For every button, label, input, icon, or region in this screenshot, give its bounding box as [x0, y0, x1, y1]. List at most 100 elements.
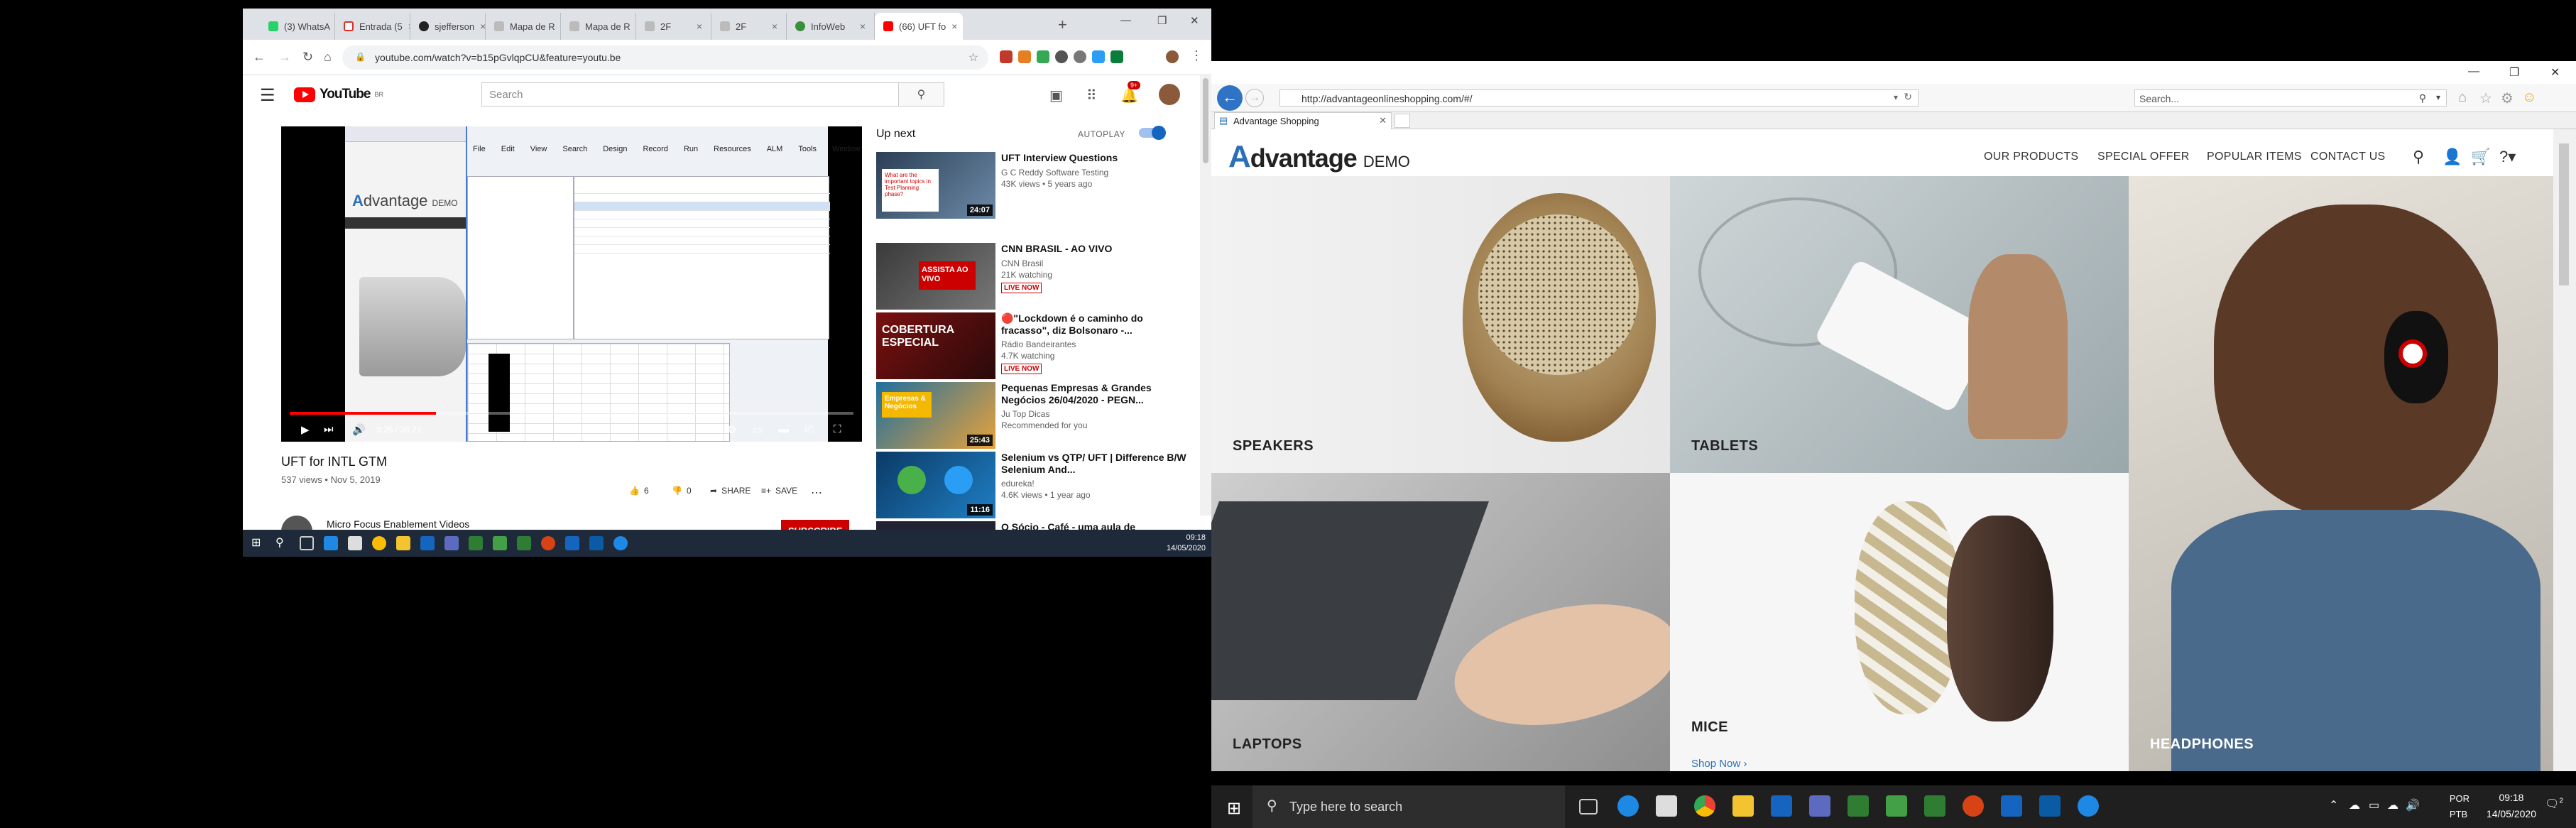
folder-icon[interactable] — [396, 536, 410, 550]
recommendation-item[interactable]: COBERTURA ESPECIAL 🔴"Lockdown é o caminho… — [876, 312, 1203, 381]
theater-mode-icon[interactable]: ▬ — [778, 423, 789, 435]
category-headphones[interactable]: HEADPHONES — [2129, 176, 2553, 771]
maximize-icon[interactable]: ❐ — [2509, 65, 2519, 80]
user-icon[interactable]: 👤 — [2443, 148, 2462, 166]
clock[interactable]: 09:18 14/05/2020 — [1167, 533, 1206, 554]
cast-icon[interactable]: ⎚ — [805, 423, 814, 435]
chrome-icon[interactable] — [1694, 795, 1715, 817]
minimize-icon[interactable]: — — [1120, 14, 1131, 26]
nav-contact-us[interactable]: CONTACT US — [2310, 151, 2386, 163]
powerpoint-icon[interactable] — [541, 536, 555, 550]
settings-gear-icon[interactable]: ⚙ — [727, 423, 736, 436]
windows-start-icon[interactable]: ⊞ — [1227, 798, 1241, 819]
more-icon[interactable]: ⋯ — [811, 486, 822, 500]
address-input[interactable]: 🔒 youtube.com/watch?v=b15pGvlqpCU&feature… — [342, 45, 988, 70]
tab-whatsapp[interactable]: (3) WhatsA× — [260, 13, 335, 40]
tab-mapa-1[interactable]: Mapa de R× — [486, 13, 561, 40]
video-thumbnail[interactable]: 11:16 — [876, 452, 995, 518]
app-icon[interactable] — [1924, 795, 1945, 817]
smiley-icon[interactable]: ☺ — [2522, 89, 2536, 106]
like-button[interactable]: 👍 6 — [629, 486, 649, 496]
share-button[interactable]: ➦ SHARE — [710, 486, 751, 496]
clock[interactable]: 09:18 14/05/2020 — [2487, 790, 2536, 822]
tab-advantage[interactable]: ▤ Advantage Shopping ✕ — [1214, 112, 1392, 129]
uft-icon[interactable] — [589, 536, 604, 550]
site-logo[interactable]: Advantage DEMO — [1228, 139, 1410, 175]
youtube-logo[interactable]: YouTube BR — [294, 87, 383, 102]
tab-2f-1[interactable]: 2F × — [636, 13, 711, 40]
search-input[interactable]: Search — [481, 82, 899, 107]
back-icon[interactable]: ← — [1217, 85, 1243, 111]
minimize-icon[interactable]: — — [2468, 65, 2479, 78]
category-laptops[interactable]: LAPTOPS — [1211, 473, 1670, 771]
scrollbar[interactable] — [2553, 129, 2576, 771]
extension-icon[interactable] — [1018, 50, 1031, 63]
close-window-icon[interactable]: ✕ — [1190, 14, 1199, 27]
nav-special-offer[interactable]: SPECIAL OFFER — [2097, 151, 2190, 163]
home-icon[interactable]: ⌂ — [2458, 89, 2467, 106]
next-icon[interactable]: ⏭ — [324, 423, 334, 435]
dropdown-icon[interactable]: ▾ — [2436, 92, 2440, 102]
app-icon[interactable] — [517, 536, 531, 550]
refresh-icon[interactable]: ↻ — [1904, 91, 1912, 103]
tab-gmail[interactable]: Entrada (5× — [335, 13, 410, 40]
notification-center-icon[interactable]: 🗨2 — [2545, 797, 2563, 811]
address-input[interactable]: http://advantageonlineshopping.com/#/▾ ↻ — [1279, 89, 1919, 107]
outlook-icon[interactable] — [565, 536, 579, 550]
apps-grid-icon[interactable]: ⠿ — [1086, 87, 1097, 104]
powerpoint-icon[interactable] — [1963, 795, 1984, 817]
autoplay-toggle[interactable] — [1139, 126, 1166, 140]
close-icon[interactable]: × — [480, 21, 485, 32]
fullscreen-icon[interactable]: ⛶ — [834, 423, 841, 435]
close-window-icon[interactable]: ✕ — [2550, 65, 2560, 80]
create-video-icon[interactable]: ▣ — [1049, 87, 1063, 104]
volume-icon[interactable]: 🔊 — [352, 423, 366, 436]
video-thumbnail[interactable]: What are the important topics in Test Pl… — [876, 152, 995, 219]
help-icon[interactable]: ?▾ — [2499, 148, 2516, 166]
recommendation-item[interactable]: ASSISTA AO VIVO CNN BRASIL - AO VIVO CNN… — [876, 243, 1203, 311]
dropdown-icon[interactable]: ▾ — [1894, 92, 1898, 102]
folder-icon[interactable] — [1732, 795, 1754, 817]
shop-now-link[interactable]: Shop Now › — [1691, 758, 1747, 770]
app-icon[interactable] — [1886, 795, 1907, 817]
teams-icon[interactable] — [444, 536, 459, 550]
channel-name[interactable]: Micro Focus Enablement Videos — [327, 518, 469, 530]
recommendation-item[interactable]: 11:16 Selenium vs QTP/ UFT | Difference … — [876, 452, 1203, 520]
extension-icon[interactable] — [1110, 50, 1123, 63]
gear-icon[interactable]: ⚙ — [2501, 89, 2514, 107]
tab-github[interactable]: sjefferson × — [410, 13, 486, 40]
task-view-icon[interactable] — [300, 536, 314, 550]
edge-icon[interactable] — [324, 536, 338, 550]
star-icon[interactable]: ☆ — [968, 50, 978, 65]
category-tablets[interactable]: TABLETS — [1670, 176, 2129, 473]
nav-our-products[interactable]: OUR PRODUCTS — [1984, 151, 2078, 163]
chrome-icon[interactable] — [372, 536, 386, 550]
extension-icon[interactable] — [1000, 50, 1013, 63]
store-icon[interactable] — [1656, 795, 1677, 817]
dislike-button[interactable]: 👎 0 — [672, 486, 692, 496]
scrollbar[interactable] — [1200, 75, 1211, 516]
search-icon[interactable]: ⚲ — [2419, 92, 2426, 104]
progress-bar[interactable] — [290, 412, 853, 415]
extension-icon[interactable] — [1074, 50, 1086, 63]
cloud-icon[interactable]: ☁ — [2387, 798, 2398, 812]
video-player[interactable]: Advantage DEMO File Edit View Search Design R… — [281, 126, 862, 442]
network-icon[interactable]: ▭ — [2369, 798, 2379, 812]
windows-start-icon[interactable]: ⊞ — [251, 535, 266, 550]
mail-icon[interactable] — [420, 536, 435, 550]
star-icon[interactable]: ☆ — [2479, 89, 2492, 107]
video-thumbnail[interactable]: Empresas & Negócios 25:43 — [876, 382, 995, 449]
store-icon[interactable] — [348, 536, 362, 550]
task-view-icon[interactable] — [1579, 799, 1598, 815]
reload-icon[interactable]: ↻ — [302, 50, 313, 65]
ie-icon[interactable] — [2078, 795, 2099, 817]
taskbar-search-input[interactable]: ⚲ Type here to search — [1252, 785, 1565, 828]
forward-icon[interactable]: → — [278, 50, 291, 65]
back-icon[interactable]: ← — [253, 50, 266, 65]
outlook-icon[interactable] — [2001, 795, 2022, 817]
profile-avatar[interactable] — [1166, 50, 1179, 63]
miniplayer-icon[interactable]: ▭ — [753, 423, 763, 436]
home-icon[interactable]: ⌂ — [324, 50, 332, 65]
language-indicator[interactable]: POR PTB — [2450, 791, 2469, 822]
new-tab-button[interactable] — [1395, 114, 1410, 128]
